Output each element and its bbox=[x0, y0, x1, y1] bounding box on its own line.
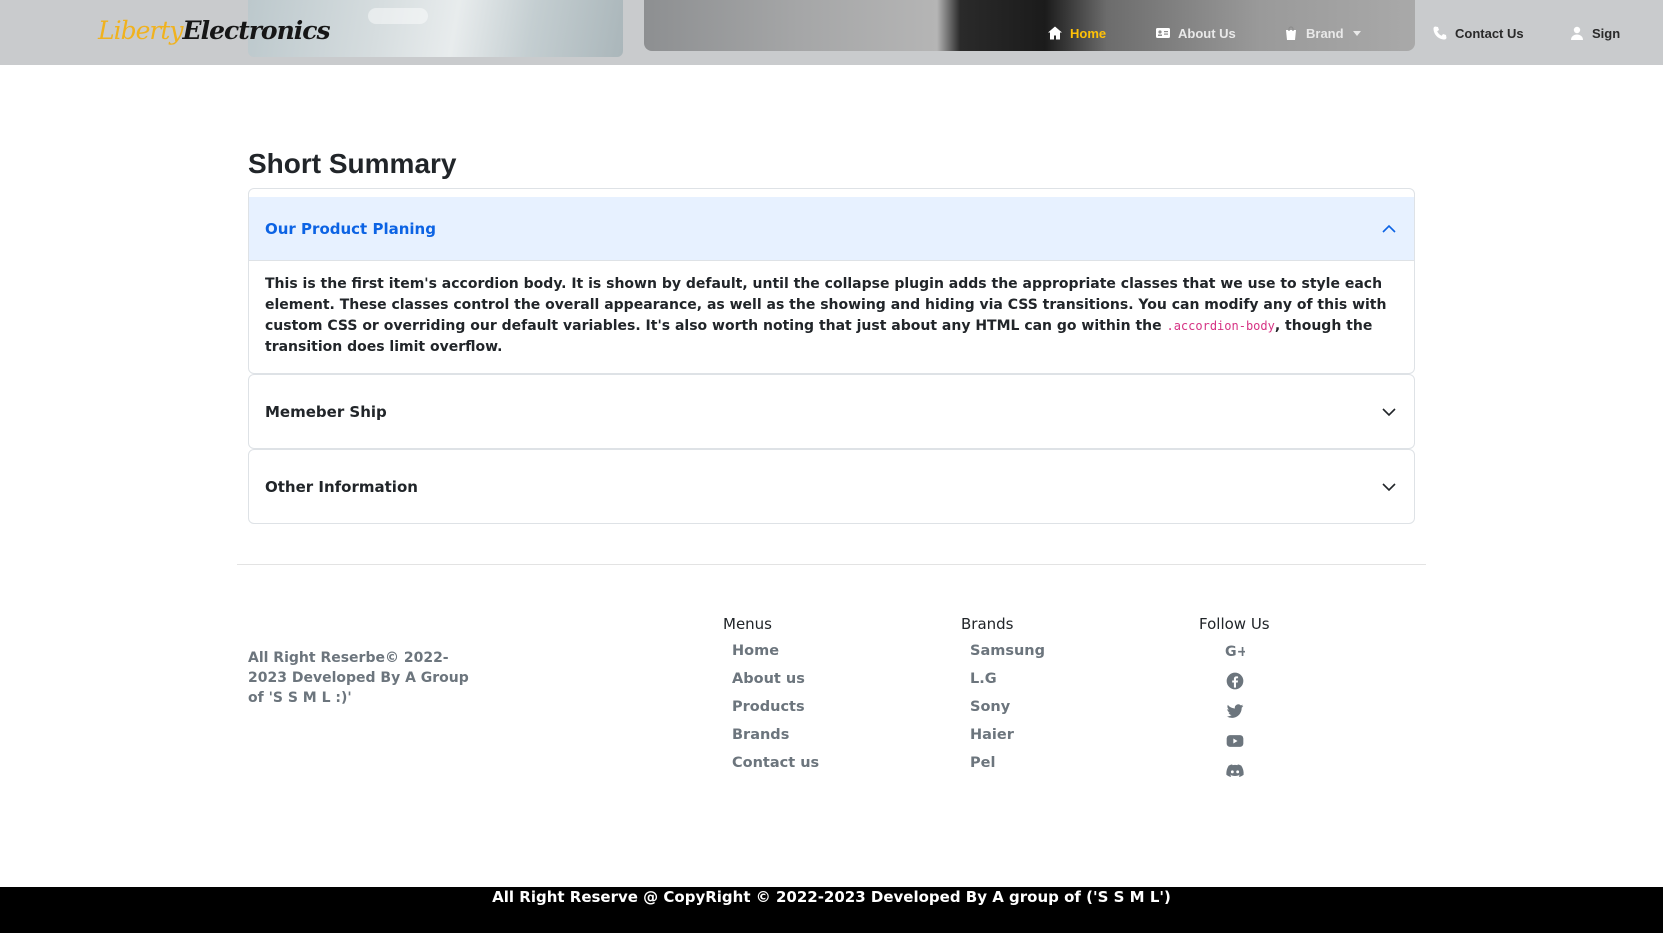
svg-text:G+: G+ bbox=[1225, 644, 1245, 660]
accordion-item-other-information: Other Information bbox=[248, 449, 1415, 524]
accordion-header-membership[interactable]: Memeber Ship bbox=[249, 375, 1414, 448]
footer-link-contact-us[interactable]: Contact us bbox=[732, 753, 819, 781]
footer-brands-column: Brands Samsung L.G Sony Haier Pel bbox=[961, 615, 1045, 781]
home-icon bbox=[1048, 26, 1062, 40]
footer-social-twitter[interactable] bbox=[1208, 701, 1270, 731]
accordion-header-other-information[interactable]: Other Information bbox=[249, 450, 1414, 523]
accordion-title: Memeber Ship bbox=[265, 402, 387, 421]
page-title: Short Summary bbox=[248, 148, 457, 179]
footer-social-youtube[interactable] bbox=[1208, 731, 1270, 761]
footer-brand-samsung[interactable]: Samsung bbox=[970, 641, 1045, 669]
id-card-icon bbox=[1156, 28, 1170, 38]
footer-link-home[interactable]: Home bbox=[732, 641, 819, 669]
accordion-item-product-planning: Our Product Planing This is the first it… bbox=[248, 188, 1415, 374]
brand-logo-part1: Liberty bbox=[98, 16, 184, 45]
discord-icon bbox=[1226, 764, 1244, 777]
footer-link-brands[interactable]: Brands bbox=[732, 725, 819, 753]
brand-logo[interactable]: LibertyElectronics bbox=[98, 16, 331, 45]
nav-brand-dropdown[interactable]: Brand bbox=[1283, 22, 1361, 44]
user-icon bbox=[1571, 26, 1583, 40]
chevron-up-icon bbox=[1382, 224, 1396, 233]
footer-divider bbox=[237, 564, 1426, 565]
accordion-header-product-planning[interactable]: Our Product Planing bbox=[249, 197, 1414, 261]
footer-social-facebook[interactable] bbox=[1208, 671, 1270, 701]
bottom-copyright-text: All Right Reserve @ CopyRight © 2022-202… bbox=[492, 888, 1171, 906]
nav-signin-label: Sign bbox=[1592, 25, 1621, 41]
footer-brands-heading: Brands bbox=[961, 615, 1014, 633]
youtube-icon bbox=[1226, 735, 1244, 747]
footer-link-about-us[interactable]: About us bbox=[732, 669, 819, 697]
chevron-down-icon bbox=[1382, 407, 1396, 416]
chevron-down-icon bbox=[1382, 482, 1396, 491]
accordion-title: Our Product Planing bbox=[265, 219, 436, 238]
nav-home-label: Home bbox=[1070, 25, 1107, 41]
nav-about-us[interactable]: About Us bbox=[1155, 22, 1236, 44]
nav-about-label: About Us bbox=[1178, 25, 1236, 41]
nav-contact-us[interactable]: Contact Us bbox=[1432, 22, 1524, 44]
summary-accordion: Our Product Planing This is the first it… bbox=[248, 188, 1415, 524]
accordion-body: This is the first item's accordion body.… bbox=[249, 261, 1414, 372]
footer-menus-heading: Menus bbox=[723, 615, 772, 633]
brand-logo-part2: Electronics bbox=[182, 16, 331, 45]
footer-social-google-plus[interactable]: G+ bbox=[1208, 641, 1270, 671]
accordion-title: Other Information bbox=[265, 477, 418, 496]
footer-social-discord[interactable] bbox=[1208, 761, 1270, 791]
footer-copyright-left: All Right Reserbe© 2022-2023 Developed B… bbox=[248, 650, 469, 706]
nav-brand-label: Brand bbox=[1306, 25, 1344, 41]
nav-contact-label: Contact Us bbox=[1455, 25, 1524, 41]
footer-link-products[interactable]: Products bbox=[732, 697, 819, 725]
google-plus-icon: G+ bbox=[1225, 644, 1248, 660]
phone-icon bbox=[1433, 26, 1447, 40]
nav-sign-in[interactable]: Sign bbox=[1569, 22, 1620, 44]
footer-follow-column: Follow Us G+ bbox=[1199, 615, 1270, 791]
top-navbar: LibertyElectronics Home About Us Brand C… bbox=[0, 0, 1663, 65]
shopping-bag-icon bbox=[1286, 26, 1296, 40]
bottom-copyright-bar: All Right Reserve @ CopyRight © 2022-202… bbox=[0, 887, 1663, 933]
accordion-item-membership: Memeber Ship bbox=[248, 374, 1415, 449]
accordion-body-code: .accordion-body bbox=[1166, 319, 1275, 333]
chevron-down-icon bbox=[1352, 30, 1361, 36]
twitter-icon bbox=[1226, 704, 1244, 718]
footer-follow-heading: Follow Us bbox=[1199, 615, 1270, 633]
footer-brand-sony[interactable]: Sony bbox=[970, 697, 1045, 725]
footer-menus-column: Menus Home About us Products Brands Cont… bbox=[723, 615, 819, 781]
nav-home[interactable]: Home bbox=[1047, 22, 1106, 44]
footer-brand-haier[interactable]: Haier bbox=[970, 725, 1045, 753]
facebook-icon bbox=[1226, 672, 1244, 690]
footer-brand-pel[interactable]: Pel bbox=[970, 753, 1045, 781]
footer-brand-lg[interactable]: L.G bbox=[970, 669, 1045, 697]
